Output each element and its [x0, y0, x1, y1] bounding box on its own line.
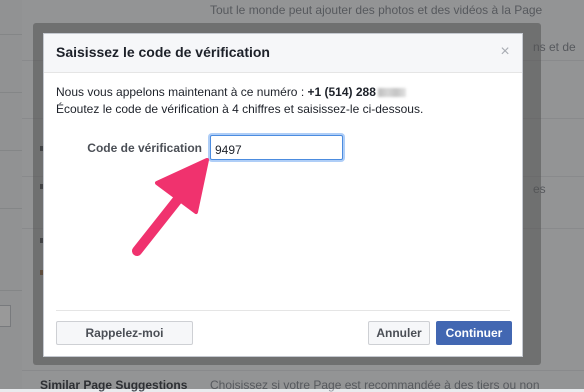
- dialog-body: Nous vous appelons maintenant à ce numér…: [56, 84, 510, 118]
- phone-redacted: [377, 88, 406, 97]
- phone-number: +1 (514) 288: [307, 85, 376, 99]
- verification-dialog: Saisissez le code de vérification × Nous…: [43, 33, 523, 357]
- call-message-text: Nous vous appelons maintenant à ce numér…: [56, 85, 308, 99]
- dialog-header: Saisissez le code de vérification ×: [44, 34, 522, 73]
- cancel-button[interactable]: Annuler: [368, 321, 430, 345]
- close-icon[interactable]: ×: [498, 44, 512, 60]
- continue-button[interactable]: Continuer: [436, 321, 512, 345]
- instruction-message: Écoutez le code de vérification à 4 chif…: [56, 102, 424, 116]
- call-again-button[interactable]: Rappelez-moi: [56, 321, 193, 345]
- call-message: Nous vous appelons maintenant à ce numér…: [56, 84, 510, 101]
- dialog-footer: Rappelez-moi Annuler Continuer: [56, 310, 512, 356]
- dialog-title: Saisissez le code de vérification: [56, 44, 270, 60]
- verification-code-input[interactable]: [210, 135, 343, 160]
- code-label: Code de vérification: [87, 141, 202, 155]
